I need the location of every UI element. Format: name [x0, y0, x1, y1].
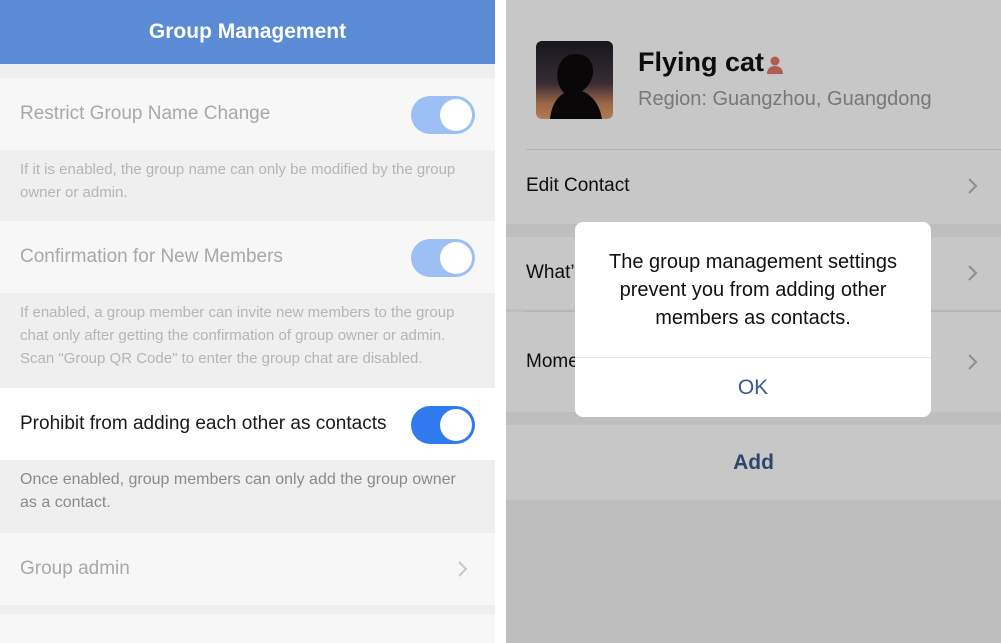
setting-description: If enabled, a group member can invite ne… — [20, 304, 455, 367]
page-title: Group Management — [0, 0, 495, 64]
setting-confirm-new-members: Confirmation for New Members — [0, 221, 495, 293]
group-management-screen: Group Management Restrict Group Name Cha… — [0, 0, 495, 643]
prohibit-adding-contacts-toggle[interactable] — [411, 406, 475, 444]
confirm-new-members-toggle[interactable] — [411, 239, 475, 277]
dialog-message: The group management settings prevent yo… — [609, 251, 897, 329]
setting-prohibit-adding-contacts: Prohibit from adding each other as conta… — [0, 388, 495, 460]
alert-dialog: The group management settings prevent yo… — [575, 222, 931, 417]
chevron-right-icon — [458, 561, 468, 577]
group-admin-row[interactable]: Group admin — [0, 533, 495, 605]
ok-button[interactable]: OK — [575, 358, 931, 417]
setting-label: Confirmation for New Members — [20, 246, 283, 267]
setting-description: Once enabled, group members can only add… — [20, 471, 456, 511]
setting-description: If it is enabled, the group name can onl… — [20, 161, 456, 201]
setting-label: Prohibit from adding each other as conta… — [20, 413, 387, 434]
panel-divider — [495, 0, 506, 643]
setting-label: Restrict Group Name Change — [20, 103, 271, 124]
list-bottom — [0, 614, 495, 643]
contact-profile-screen: Flying cat Region: Guangzhou, Guangdong … — [506, 0, 1001, 643]
setting-restrict-name-change: Restrict Group Name Change — [0, 78, 495, 150]
restrict-name-change-toggle[interactable] — [411, 96, 475, 134]
group-admin-label: Group admin — [20, 558, 130, 579]
